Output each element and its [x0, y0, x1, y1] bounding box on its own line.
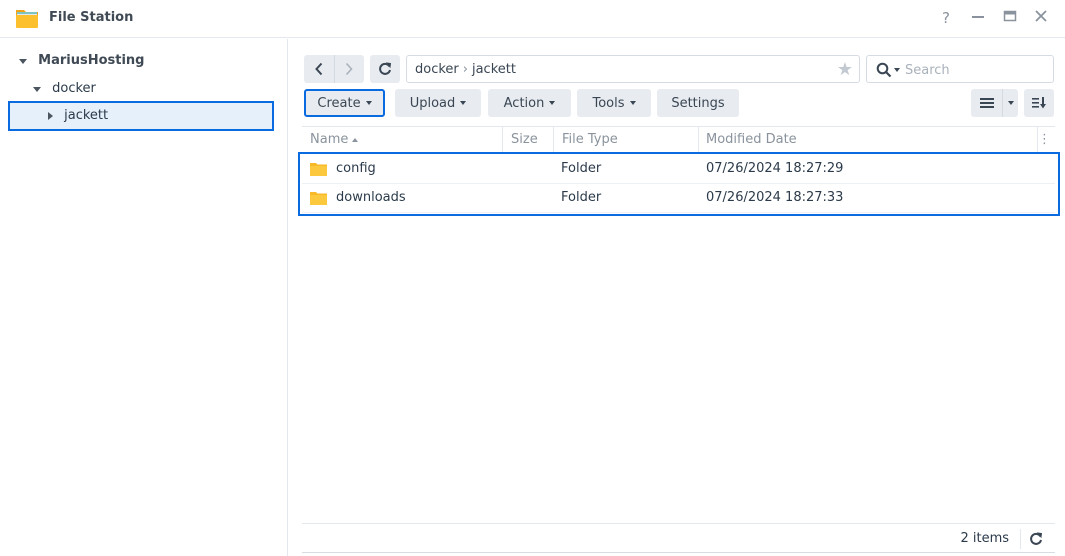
- refresh-icon: [1030, 532, 1043, 545]
- refresh-button[interactable]: [370, 55, 400, 83]
- view-mode-group: [971, 89, 1018, 117]
- create-button[interactable]: Create: [304, 89, 385, 117]
- view-mode-dropdown[interactable]: [1003, 89, 1018, 117]
- chevron-down-icon: [1007, 101, 1014, 105]
- sort-descending-icon: [1032, 97, 1046, 109]
- back-button[interactable]: [304, 55, 334, 83]
- file-list: config Folder 07/26/2024 18:27:29 downlo…: [302, 155, 1055, 213]
- column-header-label: Name: [310, 132, 349, 147]
- folder-tree: MariusHosting docker jackett: [0, 39, 288, 556]
- column-header-name[interactable]: Name: [310, 127, 359, 153]
- column-header-modified-date[interactable]: Modified Date: [706, 127, 797, 153]
- status-bar: 2 items: [302, 523, 1055, 553]
- file-name: downloads: [336, 190, 406, 205]
- tree-node-root[interactable]: MariusHosting: [19, 48, 145, 74]
- tree-node-jackett[interactable]: jackett: [48, 103, 108, 129]
- search-input[interactable]: [905, 60, 1045, 80]
- chevron-left-icon: [314, 62, 322, 76]
- window-title: File Station: [49, 10, 134, 25]
- folder-icon: [310, 192, 327, 205]
- chevron-down-icon: [549, 101, 556, 105]
- column-resize-handle[interactable]: [553, 127, 554, 153]
- action-button[interactable]: Action: [488, 89, 571, 117]
- minimize-icon[interactable]: [968, 8, 988, 28]
- refresh-icon: [379, 62, 392, 75]
- favorite-star-icon[interactable]: ★: [837, 59, 853, 80]
- divider: [1020, 529, 1021, 549]
- breadcrumb: docker › jackett: [415, 62, 516, 77]
- column-header-size[interactable]: Size: [511, 127, 538, 153]
- status-refresh-button[interactable]: [1027, 530, 1045, 548]
- search-box: [866, 55, 1054, 83]
- help-icon[interactable]: ?: [936, 8, 956, 28]
- file-modified-date: 07/26/2024 18:27:29: [706, 161, 844, 176]
- history-nav: [304, 55, 364, 83]
- settings-button[interactable]: Settings: [657, 89, 739, 117]
- chevron-right-icon: [346, 62, 353, 76]
- tree-node-label: jackett: [64, 108, 109, 123]
- file-type: Folder: [561, 161, 602, 176]
- caret-down-icon[interactable]: [33, 86, 41, 92]
- list-view-icon: [979, 98, 994, 108]
- upload-button-label: Upload: [409, 95, 456, 111]
- caret-right-icon[interactable]: [48, 112, 53, 120]
- column-menu-icon[interactable]: ⋮: [1038, 127, 1051, 153]
- upload-button[interactable]: Upload: [395, 89, 481, 117]
- column-resize-handle[interactable]: [502, 127, 503, 153]
- column-header-file-type[interactable]: File Type: [562, 127, 618, 153]
- column-resize-handle[interactable]: [698, 127, 699, 153]
- file-station-icon: [16, 10, 38, 28]
- settings-button-label: Settings: [671, 95, 725, 111]
- action-button-label: Action: [503, 95, 545, 111]
- tools-button[interactable]: Tools: [577, 89, 651, 117]
- maximize-icon[interactable]: [1000, 8, 1020, 28]
- create-button-label: Create: [317, 95, 361, 111]
- chevron-down-icon: [365, 101, 372, 105]
- search-icon[interactable]: [876, 62, 892, 78]
- caret-down-icon[interactable]: [19, 58, 27, 64]
- chevron-down-icon: [629, 101, 636, 105]
- tree-node-label: docker: [52, 81, 96, 96]
- list-view-button[interactable]: [971, 89, 1002, 117]
- forward-button[interactable]: [335, 55, 365, 83]
- breadcrumb-separator: ›: [462, 62, 468, 77]
- chevron-down-icon: [460, 101, 467, 105]
- folder-icon: [310, 163, 327, 176]
- sort-button[interactable]: [1024, 89, 1054, 117]
- search-options-caret-icon[interactable]: [894, 68, 900, 72]
- file-type: Folder: [561, 190, 602, 205]
- breadcrumb-item-jackett[interactable]: jackett: [472, 62, 516, 77]
- title-bar: File Station ?: [0, 0, 1065, 38]
- file-name: config: [336, 161, 376, 176]
- file-modified-date: 07/26/2024 18:27:33: [706, 190, 844, 205]
- file-grid-header: Name Size File Type Modified Date ⋮: [302, 126, 1055, 154]
- path-bar[interactable]: docker › jackett ★: [406, 55, 860, 83]
- tools-button-label: Tools: [592, 95, 625, 111]
- tree-node-docker[interactable]: docker: [33, 76, 96, 102]
- breadcrumb-item-docker[interactable]: docker: [415, 62, 459, 77]
- file-row[interactable]: downloads Folder 07/26/2024 18:27:33: [302, 184, 1055, 213]
- tree-node-label: MariusHosting: [38, 53, 145, 68]
- sort-ascending-icon: [352, 137, 359, 142]
- item-count: 2 items: [960, 531, 1009, 546]
- close-icon[interactable]: [1031, 8, 1051, 28]
- file-row[interactable]: config Folder 07/26/2024 18:27:29: [302, 155, 1055, 184]
